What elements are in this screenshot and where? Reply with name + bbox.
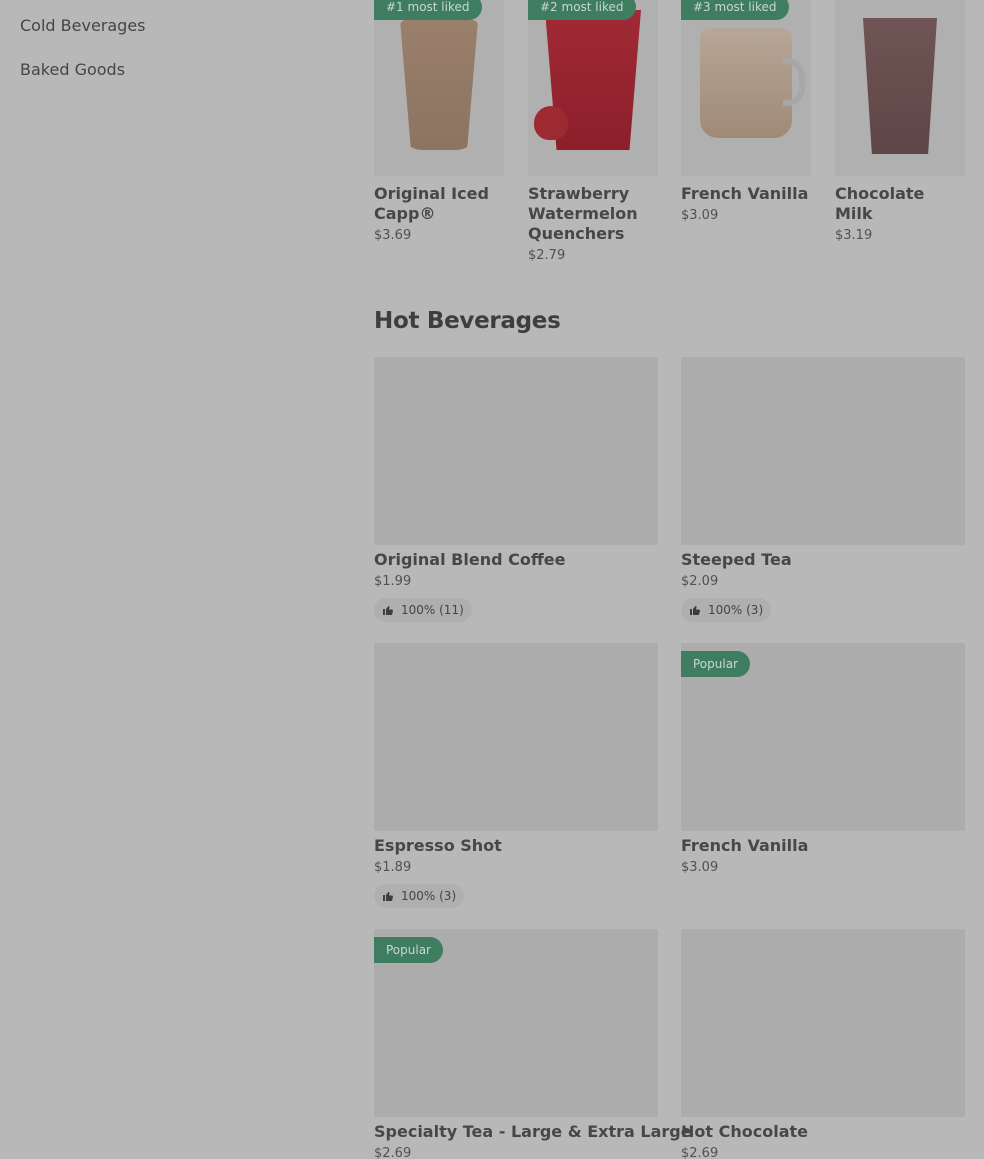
most-liked-card-1[interactable]: #1 most liked Original Iced Capp® $3.69 — [374, 0, 504, 243]
rating-text: 100% (3) — [401, 889, 457, 903]
product-price: $1.89 — [374, 860, 412, 875]
sidebar-item-baked-goods[interactable]: Baked Goods — [20, 58, 146, 102]
rating-badge: 100% (3) — [681, 598, 772, 622]
product-price: $3.09 — [681, 208, 719, 223]
product-price: $1.99 — [374, 574, 412, 589]
mug-handle — [783, 58, 805, 106]
product-price: $3.09 — [681, 860, 719, 875]
product-title[interactable]: Strawberry Watermelon Quenchers — [528, 184, 658, 244]
product-price: $3.69 — [374, 228, 412, 243]
most-liked-card-3[interactable]: #3 most liked French Vanilla $3.09 — [681, 0, 811, 223]
menu-page: Cold Beverages Baked Goods #1 most liked… — [0, 0, 984, 1159]
product-price: $2.69 — [681, 1146, 719, 1159]
product-title[interactable]: Hot Chocolate — [681, 1121, 965, 1143]
iced-capp-image — [400, 20, 478, 150]
rating-text: 100% (11) — [401, 603, 464, 617]
product-card[interactable]: Steeped Tea $2.09 100% (3) — [681, 357, 965, 622]
product-card[interactable]: Popular French Vanilla $3.09 — [681, 643, 965, 877]
product-image[interactable] — [374, 643, 658, 831]
product-card[interactable]: Popular Specialty Tea - Large & Extra La… — [374, 929, 692, 1159]
thumbs-up-icon — [690, 606, 700, 615]
product-title[interactable]: Original Blend Coffee — [374, 549, 658, 571]
most-liked-card-4[interactable]: Chocolate Milk $3.19 — [835, 0, 965, 243]
product-title[interactable]: French Vanilla — [681, 184, 811, 204]
product-image[interactable] — [374, 357, 658, 545]
product-price: $3.19 — [835, 228, 873, 243]
chocolate-milk-image — [863, 18, 937, 154]
product-price: $2.09 — [681, 574, 719, 589]
most-liked-badge: #3 most liked — [681, 0, 789, 20]
sidebar-item-cold-beverages[interactable]: Cold Beverages — [20, 14, 146, 58]
product-image[interactable] — [681, 357, 965, 545]
product-title[interactable]: Chocolate Milk — [835, 184, 965, 224]
product-card[interactable]: Original Blend Coffee $1.99 100% (11) — [374, 357, 658, 622]
most-liked-card-2[interactable]: #2 most liked Strawberry Watermelon Quen… — [528, 0, 658, 263]
product-title[interactable]: Original Iced Capp® — [374, 184, 504, 224]
product-image[interactable]: #3 most liked — [681, 0, 811, 176]
popular-badge: Popular — [681, 651, 750, 677]
product-image[interactable] — [835, 0, 965, 176]
rating-badge: 100% (11) — [374, 598, 472, 622]
product-image[interactable]: #2 most liked — [528, 0, 658, 176]
most-liked-badge: #2 most liked — [528, 0, 636, 20]
rating-badge: 100% (3) — [374, 884, 465, 908]
strawberry-garnish — [534, 106, 568, 140]
rating-text: 100% (3) — [708, 603, 764, 617]
product-price: $2.69 — [374, 1146, 412, 1159]
product-image[interactable]: Popular — [374, 929, 658, 1117]
product-title[interactable]: French Vanilla — [681, 835, 965, 857]
most-liked-badge: #1 most liked — [374, 0, 482, 20]
product-title[interactable]: Specialty Tea - Large & Extra Large — [374, 1121, 692, 1143]
product-title[interactable]: Espresso Shot — [374, 835, 658, 857]
french-vanilla-image — [700, 28, 792, 138]
product-price: $2.79 — [528, 248, 566, 263]
product-image[interactable] — [681, 929, 965, 1117]
product-card[interactable]: Hot Chocolate $2.69 — [681, 929, 965, 1159]
product-card[interactable]: Espresso Shot $1.89 100% (3) — [374, 643, 658, 908]
product-image[interactable]: #1 most liked — [374, 0, 504, 176]
thumbs-up-icon — [383, 606, 393, 615]
product-title[interactable]: Steeped Tea — [681, 549, 965, 571]
category-sidebar: Cold Beverages Baked Goods — [20, 14, 146, 102]
popular-badge: Popular — [374, 937, 443, 963]
thumbs-up-icon — [383, 892, 393, 901]
section-title-hot-beverages: Hot Beverages — [374, 308, 561, 334]
product-image[interactable]: Popular — [681, 643, 965, 831]
